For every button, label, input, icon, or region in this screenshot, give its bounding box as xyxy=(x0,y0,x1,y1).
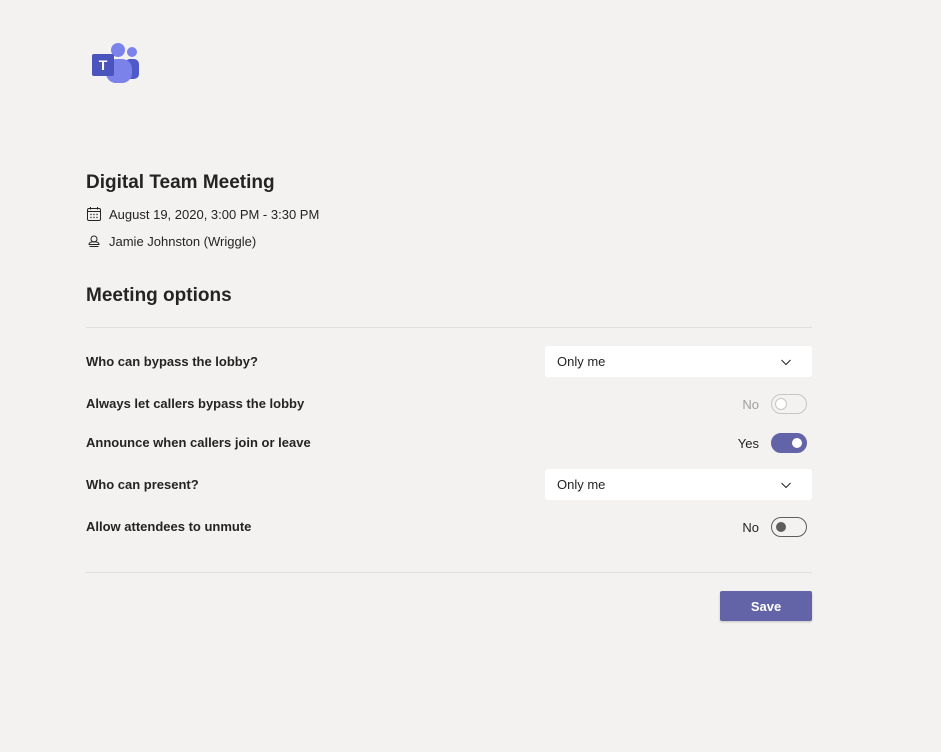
announce-toggle[interactable] xyxy=(771,433,807,453)
allow-unmute-toggle-group: No xyxy=(742,517,807,537)
calendar-icon xyxy=(87,207,101,221)
meeting-title: Digital Team Meeting xyxy=(86,172,275,193)
announce-label: Announce when callers join or leave xyxy=(86,435,311,450)
chevron-down-icon xyxy=(781,359,791,365)
who-can-present-label: Who can present? xyxy=(86,477,199,492)
meeting-organizer: Jamie Johnston (Wriggle) xyxy=(109,233,257,249)
divider xyxy=(86,327,812,328)
callers-bypass-state: No xyxy=(742,396,759,412)
who-can-present-dropdown[interactable]: Only me xyxy=(545,469,812,500)
announce-toggle-group: Yes xyxy=(738,433,807,453)
teams-logo-icon: T xyxy=(92,42,142,88)
announce-state: Yes xyxy=(737,435,759,451)
bypass-lobby-dropdown[interactable]: Only me xyxy=(545,346,812,377)
callers-bypass-toggle-group: No xyxy=(742,394,807,414)
toggle-knob xyxy=(775,398,787,410)
toggle-knob xyxy=(792,438,802,448)
save-button[interactable]: Save xyxy=(720,591,812,621)
chevron-down-icon xyxy=(781,482,791,488)
meeting-options-title: Meeting options xyxy=(86,285,232,306)
allow-unmute-toggle[interactable] xyxy=(771,517,807,537)
toggle-knob xyxy=(776,522,786,532)
teams-logo-letter: T xyxy=(99,57,108,73)
allow-unmute-state: No xyxy=(742,519,759,535)
allow-unmute-label: Allow attendees to unmute xyxy=(86,519,252,534)
bypass-lobby-value: Only me xyxy=(557,354,606,369)
bypass-lobby-label: Who can bypass the lobby? xyxy=(86,354,258,369)
meeting-datetime: August 19, 2020, 3:00 PM - 3:30 PM xyxy=(109,206,320,222)
organizer-icon xyxy=(88,235,100,247)
callers-bypass-toggle[interactable] xyxy=(771,394,807,414)
divider xyxy=(86,572,812,573)
callers-bypass-label: Always let callers bypass the lobby xyxy=(86,396,305,411)
meeting-organizer-row: Jamie Johnston (Wriggle) xyxy=(86,233,256,249)
meeting-datetime-row: August 19, 2020, 3:00 PM - 3:30 PM xyxy=(86,206,319,222)
who-can-present-value: Only me xyxy=(557,477,606,492)
